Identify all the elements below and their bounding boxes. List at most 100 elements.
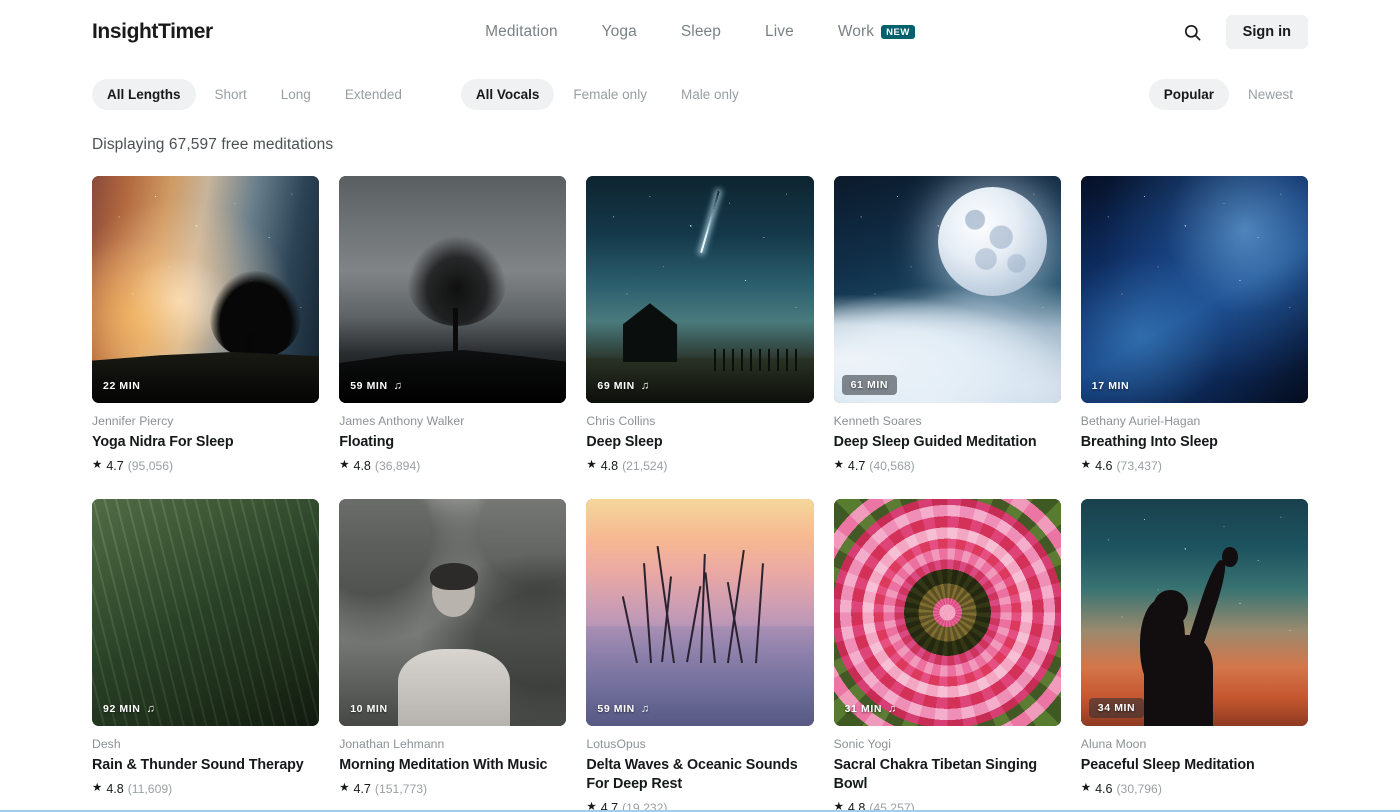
rating-count: (36,894) — [374, 459, 421, 474]
card-thumbnail[interactable]: 17 MIN — [1080, 176, 1308, 404]
site-header: InsightTimer Meditation Yoga Sleep Live Work… — [0, 0, 1400, 64]
grass-blades — [92, 499, 320, 727]
card-title[interactable]: Morning Meditation With Music — [339, 756, 566, 775]
vocals-filter-all-vocals[interactable]: All Vocals — [460, 78, 555, 110]
moon — [938, 187, 1048, 297]
card-title[interactable]: Deep Sleep — [586, 433, 813, 452]
duration-label: 10 MIN — [350, 703, 388, 716]
meditation-card[interactable]: 92 MIN ♫ Desh Rain & Thunder Sound Therapy ★… — [92, 499, 320, 812]
night-barn-comet-artwork — [586, 176, 814, 404]
vocals-filter-female-only[interactable]: Female only — [558, 79, 662, 110]
star-icon: ★ — [339, 459, 350, 472]
header-actions: Sign in — [1182, 15, 1308, 49]
card-rating: ★ 4.7 (95,056) — [92, 459, 319, 473]
duration-label: 61 MIN — [850, 379, 889, 392]
star-icon: ★ — [1080, 459, 1092, 472]
card-author[interactable]: Chris Collins — [586, 414, 813, 428]
card-title[interactable]: Floating — [339, 433, 566, 452]
ground — [339, 350, 567, 404]
nav-item-meditation[interactable]: Meditation — [485, 23, 558, 41]
card-title[interactable]: Deep Sleep Guided Meditation — [834, 433, 1061, 452]
duration-label: 22 MIN — [103, 380, 141, 393]
rating-count: (30,796) — [1116, 782, 1162, 797]
card-author[interactable]: Bethany Auriel-Hagan — [1081, 414, 1308, 428]
site-logo[interactable]: InsightTimer — [92, 20, 213, 44]
meditation-card[interactable]: 17 MIN Bethany Auriel-Hagan Breathing Into… — [1080, 176, 1308, 473]
sign-in-button[interactable]: Sign in — [1225, 15, 1308, 49]
length-filter-all-lengths[interactable]: All Lengths — [92, 78, 196, 110]
length-filter-long[interactable]: Long — [266, 79, 326, 110]
meditation-card[interactable]: 10 MIN Jonathan Lehmann Morning Meditation… — [339, 499, 567, 812]
card-title[interactable]: Peaceful Sleep Meditation — [1081, 756, 1308, 775]
card-author[interactable]: Desh — [92, 737, 319, 751]
duration-badge: 59 MIN ♫ — [350, 380, 402, 392]
duration-label: 17 MIN — [1091, 380, 1130, 393]
card-thumbnail[interactable]: 22 MIN — [92, 176, 320, 404]
star-icon: ★ — [1080, 782, 1092, 795]
card-author[interactable]: LotusOpus — [586, 737, 813, 751]
card-author[interactable]: Jonathan Lehmann — [339, 737, 566, 751]
search-icon[interactable] — [1182, 21, 1204, 43]
rating-value: 4.7 — [353, 782, 371, 797]
vocals-filter-male-only[interactable]: Male only — [666, 79, 754, 110]
nav-item-live[interactable]: Live — [765, 23, 794, 41]
duration-badge: 34 MIN — [1088, 698, 1145, 719]
sort-option-newest[interactable]: Newest — [1233, 79, 1308, 110]
meditation-card[interactable]: 34 MIN Aluna Moon Peaceful Sleep Meditatio… — [1080, 499, 1308, 812]
bare-tree-silhouette-artwork — [339, 176, 567, 404]
music-note-icon: ♫ — [146, 702, 156, 715]
card-title[interactable]: Delta Waves & Oceanic Sounds For Deep Re… — [586, 756, 813, 794]
rating-value: 4.7 — [847, 459, 866, 474]
card-title[interactable]: Sacral Chakra Tibetan Singing Bowl — [834, 756, 1061, 794]
meditation-card[interactable]: 59 MIN ♫ James Anthony Walker Floating ★ 4.8(… — [339, 176, 567, 474]
card-thumbnail[interactable]: 92 MIN ♫ — [92, 499, 320, 727]
card-title[interactable]: Rain & Thunder Sound Therapy — [92, 756, 319, 775]
duration-label: 92 MIN — [103, 703, 141, 716]
card-thumbnail[interactable]: 34 MIN — [1080, 499, 1308, 727]
length-filter-extended[interactable]: Extended — [330, 79, 417, 110]
ground — [92, 351, 320, 404]
meditation-card[interactable]: 61 MIN Kenneth Soares Deep Sleep Guided Me… — [833, 176, 1061, 473]
card-thumbnail[interactable]: 61 MIN — [833, 176, 1061, 404]
sort-group: Popular Newest — [1148, 78, 1308, 110]
star-icon: ★ — [833, 459, 844, 472]
nav-item-sleep[interactable]: Sleep — [681, 23, 721, 41]
card-title[interactable]: Yoga Nidra For Sleep — [92, 433, 319, 452]
card-rating: ★ 4.7 (40,568) — [834, 459, 1061, 473]
length-filter-group: All Lengths Short Long Extended — [92, 78, 417, 110]
card-thumbnail[interactable]: 69 MIN ♫ — [586, 176, 814, 404]
card-author[interactable]: Jennifer Piercy — [92, 414, 319, 428]
pink-flower-mandala-artwork — [833, 499, 1061, 727]
nav-item-label[interactable]: Yoga — [602, 23, 637, 41]
music-note-icon: ♫ — [888, 702, 897, 715]
sort-option-popular[interactable]: Popular — [1148, 78, 1229, 110]
duration-badge: 22 MIN — [103, 380, 140, 392]
nav-item-label[interactable]: Sleep — [681, 23, 721, 41]
duration-label: 59 MIN — [597, 703, 635, 716]
figure-hair — [430, 562, 478, 590]
meditation-card[interactable]: 69 MIN ♫ Chris Collins Deep Sleep ★ 4.8 (21,52… — [586, 176, 814, 474]
duration-label: 31 MIN — [844, 703, 883, 716]
card-rating: ★ 4.7 (151,773) — [339, 782, 566, 796]
card-title[interactable]: Breathing Into Sleep — [1081, 433, 1308, 452]
rating-count: (21,524) — [622, 459, 668, 474]
nav-item-label[interactable]: Meditation — [485, 23, 558, 41]
card-thumbnail[interactable]: 31 MIN ♫ — [833, 499, 1061, 727]
nav-item-work[interactable]: Work NEW — [838, 23, 915, 41]
portrait-man-park-artwork — [339, 499, 567, 727]
card-author[interactable]: Sonic Yogi — [834, 737, 1061, 751]
meditation-card[interactable]: 31 MIN ♫ Sonic Yogi Sacral Chakra Tibetan S… — [833, 499, 1061, 812]
nav-item-label[interactable]: Live — [765, 23, 794, 41]
card-thumbnail[interactable]: 59 MIN ♫ — [339, 176, 567, 404]
meditation-card[interactable]: 22 MIN Jennifer Piercy Yoga Nidra For Slee… — [92, 176, 320, 473]
card-thumbnail[interactable]: 59 MIN ♫ — [586, 499, 814, 727]
card-thumbnail[interactable]: 10 MIN — [339, 499, 567, 727]
card-author[interactable]: Aluna Moon — [1081, 737, 1308, 751]
nav-item-label[interactable]: Work — [838, 23, 874, 41]
nav-item-yoga[interactable]: Yoga — [602, 23, 637, 41]
blue-nebula-artwork — [1080, 176, 1308, 404]
meditation-card[interactable]: 59 MIN ♫ LotusOpus Delta Waves & Oceanic So… — [586, 499, 814, 812]
card-author[interactable]: James Anthony Walker — [339, 414, 566, 428]
length-filter-short[interactable]: Short — [200, 79, 262, 110]
card-author[interactable]: Kenneth Soares — [834, 414, 1061, 428]
